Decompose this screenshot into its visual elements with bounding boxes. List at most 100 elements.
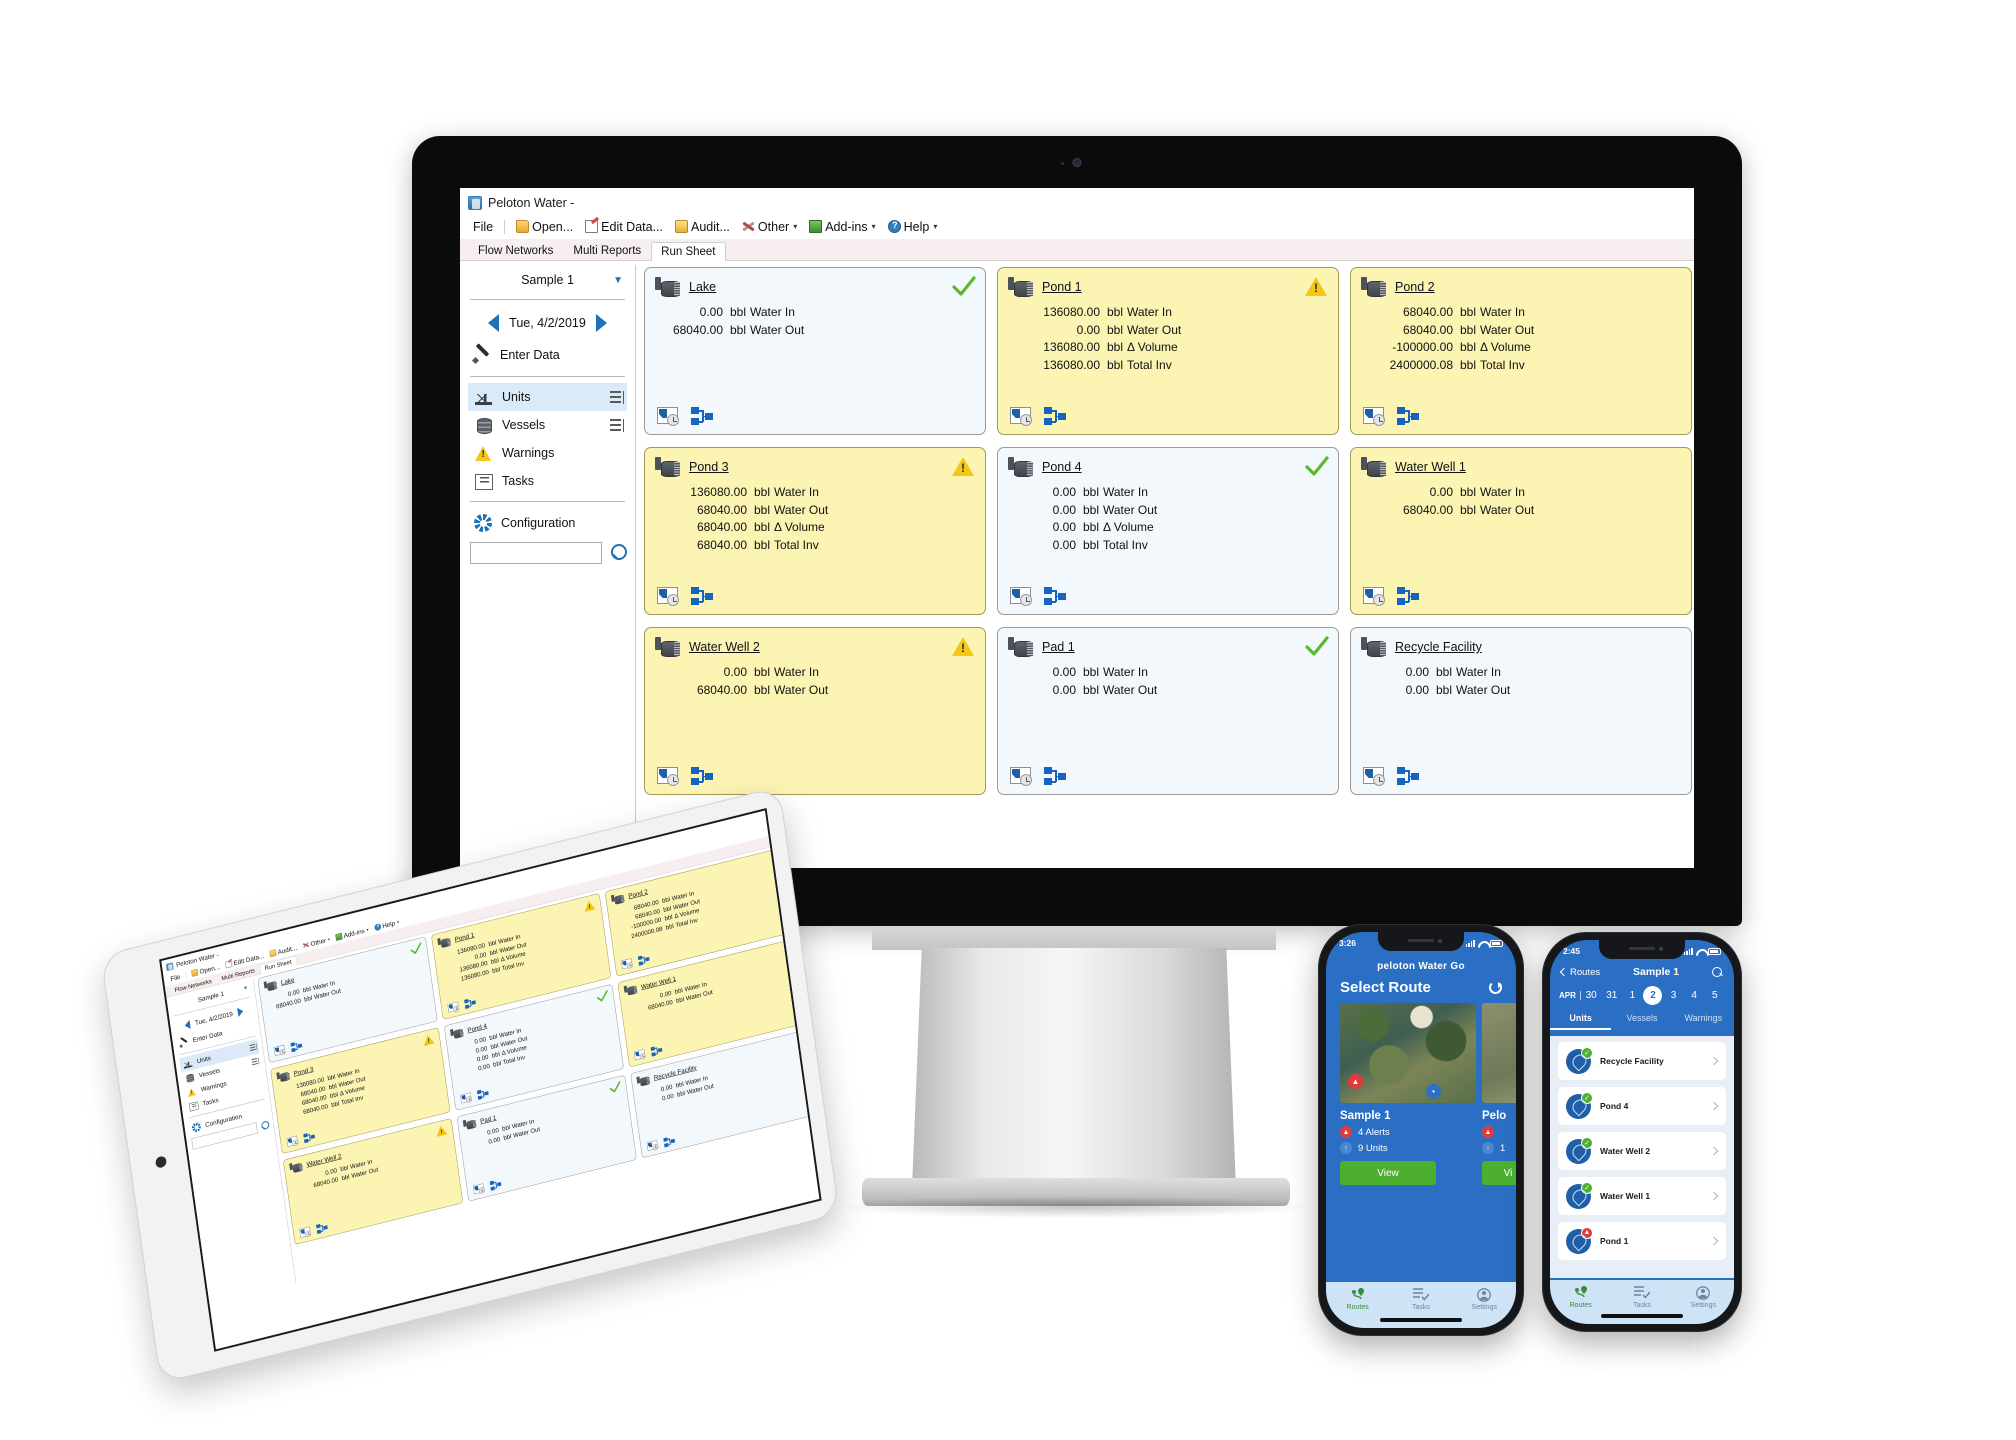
flow-network-icon[interactable] [476,1088,489,1100]
unit-name-link[interactable]: Pond 1 [1042,280,1082,294]
unit-card[interactable]: Pond 1136080.00bblWater In0.00bblWater O… [997,267,1339,435]
search-icon[interactable] [609,543,627,563]
list-item[interactable]: ✓ Water Well 2 [1558,1132,1726,1170]
tab-settings[interactable]: Settings [1673,1285,1734,1324]
tab-multi-reports[interactable]: Multi Reports [563,241,651,260]
flow-network-icon[interactable] [464,997,476,1010]
unit-name-link[interactable]: Water Well 2 [689,640,760,654]
history-icon[interactable] [1010,767,1032,786]
home-indicator[interactable] [1380,1318,1462,1322]
flow-network-icon[interactable] [303,1131,315,1144]
tab-routes[interactable]: Routes [1550,1285,1611,1324]
unit-name-link[interactable]: Pond 4 [467,1022,487,1034]
unit-name-link[interactable]: Pond 3 [689,460,729,474]
segment-vessels[interactable]: Vessels [1611,1013,1672,1030]
vessels-resize-handle[interactable] [610,418,624,432]
history-icon[interactable] [274,1045,286,1057]
history-icon[interactable] [1363,587,1385,606]
date-day[interactable]: 1 [1622,990,1643,1001]
previous-day-button[interactable] [488,314,500,332]
flow-network-icon[interactable] [663,1136,676,1148]
list-item[interactable]: ✓ Recycle Facility [1558,1042,1726,1080]
previous-day-button[interactable] [184,1019,191,1031]
history-icon[interactable] [657,767,679,786]
date-day[interactable]: 3 [1663,990,1684,1001]
flow-network-icon[interactable] [489,1179,502,1191]
flow-network-icon[interactable] [1397,767,1419,786]
flow-network-icon[interactable] [290,1041,303,1053]
menu-open[interactable]: Open... [511,218,578,236]
home-indicator[interactable] [1601,1314,1683,1318]
next-day-button[interactable] [237,1006,244,1018]
flow-network-icon[interactable] [691,767,713,786]
sidebar-item-tasks[interactable]: Tasks [468,467,627,495]
history-icon[interactable] [299,1226,312,1238]
history-icon[interactable] [473,1183,486,1195]
history-icon[interactable] [657,587,679,606]
history-icon[interactable] [1363,767,1385,786]
history-icon[interactable] [447,1001,460,1013]
flow-network-icon[interactable] [1397,407,1419,426]
unit-name-link[interactable]: Pad 1 [480,1114,497,1125]
unit-card[interactable]: Pad 1 0.00 bbl Water In 0.00 bbl Water Out [997,627,1339,795]
unit-name-link[interactable]: Lake [281,976,295,986]
history-icon[interactable] [1010,407,1032,426]
refresh-icon[interactable] [1489,981,1502,994]
tab-tasks[interactable]: Tasks [1611,1285,1672,1324]
segment-units[interactable]: Units [1550,1013,1612,1030]
unit-card[interactable]: Pond 2 68040.00 bbl Water In 68040.00 bbl Wate… [1350,267,1692,435]
flow-network-icon[interactable] [1044,587,1066,606]
search-icon[interactable] [1712,966,1723,978]
chevron-down-icon[interactable]: ▼ [613,275,623,286]
view-route-button[interactable]: Vi [1482,1161,1516,1185]
unit-card[interactable]: Water Well 1 0.00 bbl Water In 68040.00 bbl Wa… [1350,447,1692,615]
history-icon[interactable] [287,1136,299,1148]
flow-network-icon[interactable] [1397,587,1419,606]
history-icon[interactable] [1010,587,1032,606]
menu-audit[interactable]: Audit... [670,218,735,236]
flow-network-icon[interactable] [650,1045,663,1057]
history-icon[interactable] [460,1092,473,1104]
sample-selector[interactable]: Sample 1 ▼ [468,267,627,293]
unit-card[interactable]: Pond 3136080.00bblWater In68040.00bblWat… [644,447,986,615]
unit-name-link[interactable]: Recycle Facility [1395,640,1482,654]
tab-flow-networks[interactable]: Flow Networks [468,241,563,260]
list-item[interactable]: ✓ Water Well 1 [1558,1177,1726,1215]
enter-data-button[interactable]: Enter Data [468,340,627,370]
units-resize-handle[interactable] [249,1043,257,1052]
menu-addins[interactable]: Add-ins ▾ [804,218,880,236]
history-icon[interactable] [621,958,634,970]
date-day[interactable]: 2 [1643,986,1664,1005]
sidebar-item-units[interactable]: Units [468,383,627,411]
unit-name-link[interactable]: Pond 1 [454,931,474,943]
view-route-button[interactable]: View [1340,1161,1436,1185]
history-icon[interactable] [647,1140,659,1152]
unit-card[interactable]: Pond 4 0.00 bbl Water In 0.00 bbl Water Out 0.0… [997,447,1339,615]
unit-name-link[interactable]: Pond 2 [1395,280,1435,294]
units-resize-handle[interactable] [610,390,624,404]
date-day[interactable]: 31 [1601,990,1622,1001]
history-icon[interactable] [1363,407,1385,426]
tab-settings[interactable]: Settings [1453,1287,1516,1311]
flow-network-icon[interactable] [691,587,713,606]
history-icon[interactable] [657,407,679,426]
search-icon[interactable] [260,1120,270,1132]
search-input[interactable] [470,542,602,564]
flow-network-icon[interactable] [1044,407,1066,426]
tab-tasks[interactable]: Tasks [1389,1287,1452,1311]
sidebar-item-warnings[interactable]: Warnings [468,439,627,467]
next-day-button[interactable] [595,314,607,332]
unit-card[interactable]: Water Well 2 0.00 bblWater In 68040.00 bblWa… [644,627,986,795]
menu-help[interactable]: Help ▾ [883,218,943,236]
unit-name-link[interactable]: Pond 2 [628,888,648,900]
route-map-thumbnail[interactable]: • [1482,1003,1516,1103]
menu-edit-data[interactable]: Edit Data... [580,218,668,236]
unit-name-link[interactable]: Water Well 1 [1395,460,1466,474]
list-item[interactable]: ✓ Pond 4 [1558,1087,1726,1125]
unit-card[interactable]: Lake 0.00 bbl Water In 68040.00 bbl Water Out [644,267,986,435]
list-item[interactable]: ▲ Pond 1 [1558,1222,1726,1260]
segment-warnings[interactable]: Warnings [1673,1013,1734,1030]
vessels-resize-handle[interactable] [251,1057,259,1066]
unit-name-link[interactable]: Pond 3 [293,1065,313,1077]
sidebar-item-configuration[interactable]: Configuration [468,508,627,538]
